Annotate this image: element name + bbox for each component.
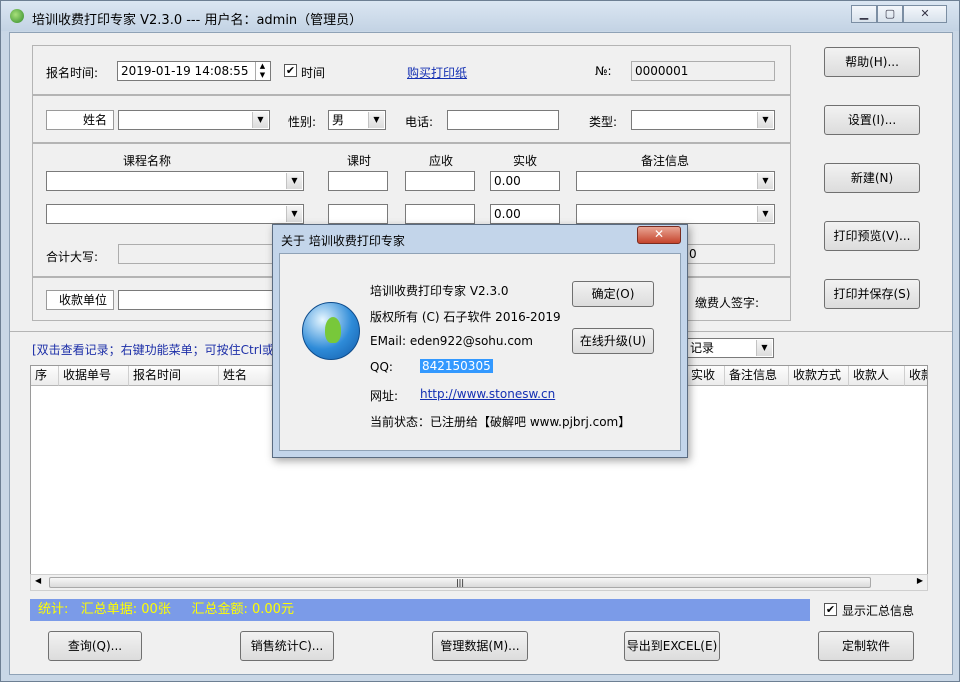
chevron-down-icon[interactable]: ▼ <box>757 112 773 128</box>
about-qq-value[interactable]: 842150305 <box>420 359 493 373</box>
paid-header: 实收 <box>513 154 538 168</box>
about-ok-button[interactable]: 确定(O) <box>572 281 654 307</box>
export-excel-button[interactable]: 导出到EXCEL(E) <box>624 631 720 661</box>
chevron-down-icon[interactable]: ▼ <box>252 112 268 128</box>
name-label-button[interactable]: 姓名 <box>46 110 114 130</box>
course-select-2[interactable]: ▼ <box>46 204 304 224</box>
student-group: 姓名 ▼ 性别: 男 ▼ 电话: 类型: ▼ <box>32 95 791 143</box>
customize-software-button[interactable]: 定制软件 <box>818 631 914 661</box>
col-header-paid[interactable]: 实收 <box>687 366 725 386</box>
about-email: EMail: eden922@sohu.com <box>370 334 533 348</box>
records-hint: [双击查看记录；右键功能菜单；可按住Ctrl或S <box>32 343 282 357</box>
col-header-more[interactable]: 收款 <box>905 366 927 386</box>
reg-info-group: 报名时间: 2019-01-19 14:08:55 ▲ ▼ ✔ 时间 购买打印纸 … <box>32 45 791 95</box>
col-header-payee[interactable]: 收款人 <box>849 366 905 386</box>
online-upgrade-button[interactable]: 在线升级(U) <box>572 328 654 354</box>
paid-input-2[interactable]: 0.00 <box>490 204 560 224</box>
help-button[interactable]: 帮助(H)... <box>824 47 920 77</box>
time-checkbox[interactable]: ✔ <box>284 64 297 77</box>
col-header-pay-method[interactable]: 收款方式 <box>789 366 849 386</box>
col-header-name[interactable]: 姓名 <box>219 366 279 386</box>
col-header-seq[interactable]: 序 <box>31 366 59 386</box>
time-spinner[interactable]: ▲ ▼ <box>255 62 269 80</box>
chevron-down-icon[interactable]: ▼ <box>286 206 302 222</box>
no-field: 0000001 <box>631 61 775 81</box>
course-select-1[interactable]: ▼ <box>46 171 304 191</box>
payee-unit-label-button[interactable]: 收款单位 <box>46 290 114 310</box>
chevron-down-icon[interactable]: ▼ <box>757 206 773 222</box>
hours-input-2[interactable] <box>328 204 388 224</box>
about-state: 当前状态：已注册给【破解吧 www.pjbrj.com】 <box>370 415 631 429</box>
buy-paper-link[interactable]: 购买打印纸 <box>407 64 467 81</box>
total-caps-label: 合计大写: <box>46 250 99 264</box>
scroll-left-icon[interactable]: ◀ <box>35 576 41 585</box>
total-amount-field: 0 <box>685 244 775 264</box>
payee-unit-input[interactable] <box>118 290 278 310</box>
note-select-1[interactable]: ▼ <box>576 171 775 191</box>
print-save-button[interactable]: 打印并保存(S) <box>824 279 920 309</box>
chevron-down-icon[interactable]: ▼ <box>368 112 384 128</box>
hours-input-1[interactable] <box>328 171 388 191</box>
records-filter-select[interactable]: 记录 ▼ <box>686 338 774 358</box>
total-caps-field <box>118 244 278 264</box>
sales-stats-button[interactable]: 销售统计C)... <box>240 631 334 661</box>
show-summary-checkbox[interactable]: ✔ <box>824 603 837 616</box>
leaf-icon <box>325 317 341 343</box>
payer-sign-label: 缴费人签字: <box>695 296 760 310</box>
new-button[interactable]: 新建(N) <box>824 163 920 193</box>
scroll-thumb[interactable]: ||| <box>49 577 871 588</box>
chevron-down-icon[interactable]: ▼ <box>756 340 772 356</box>
time-check-label: 时间 <box>301 66 326 80</box>
due-header: 应收 <box>429 154 454 168</box>
name-combo[interactable]: ▼ <box>118 110 270 130</box>
col-header-note[interactable]: 备注信息 <box>725 366 789 386</box>
app-icon <box>10 9 24 23</box>
print-preview-button[interactable]: 打印预览(V)... <box>824 221 920 251</box>
scroll-right-icon[interactable]: ▶ <box>917 576 923 585</box>
settings-button[interactable]: 设置(I)... <box>824 105 920 135</box>
app-logo-icon <box>302 302 360 360</box>
maximize-icon[interactable]: ▢ <box>877 5 903 23</box>
close-icon[interactable]: ✕ <box>903 5 947 23</box>
about-site-link[interactable]: http://www.stonesw.cn <box>420 387 555 401</box>
reg-time-label: 报名时间: <box>46 66 99 80</box>
note-select-2[interactable]: ▼ <box>576 204 775 224</box>
chevron-down-icon[interactable]: ▼ <box>757 173 773 189</box>
type-label: 类型: <box>589 115 618 129</box>
hours-header: 课时 <box>347 154 372 168</box>
reg-time-input[interactable]: 2019-01-19 14:08:55 <box>117 61 271 81</box>
col-header-receipt-no[interactable]: 收据单号 <box>59 366 129 386</box>
horizontal-scrollbar[interactable]: ◀ ||| ▶ <box>30 574 928 591</box>
about-dialog-body: 培训收费打印专家 V2.3.0 版权所有 (C) 石子软件 2016-2019 … <box>279 253 681 451</box>
chevron-down-icon[interactable]: ▼ <box>286 173 302 189</box>
phone-input[interactable] <box>447 110 559 130</box>
about-dialog-title: 关于 培训收费打印专家 <box>281 234 405 248</box>
gender-value: 男 <box>332 113 345 127</box>
records-filter-value: 记录 <box>690 341 715 355</box>
gender-select[interactable]: 男 ▼ <box>328 110 386 130</box>
summary-status-bar: 统计: 汇总单据: 00张 汇总金额: 0.00元 <box>30 599 810 621</box>
phone-label: 电话: <box>405 115 434 129</box>
paid-input-1[interactable]: 0.00 <box>490 171 560 191</box>
about-site-label: 网址: <box>370 389 399 403</box>
no-label: №: <box>595 64 612 78</box>
about-dialog: 关于 培训收费打印专家 ✕ 培训收费打印专家 V2.3.0 版权所有 (C) 石… <box>272 224 688 458</box>
show-summary-label: 显示汇总信息 <box>842 604 915 618</box>
course-name-header: 课程名称 <box>123 154 172 168</box>
type-select[interactable]: ▼ <box>631 110 775 130</box>
about-copyright: 版权所有 (C) 石子软件 2016-2019 <box>370 310 561 324</box>
query-button[interactable]: 查询(Q)... <box>48 631 142 661</box>
minimize-icon[interactable]: ▁ <box>851 5 877 23</box>
window-title: 培训收费打印专家 V2.3.0 --- 用户名：admin（管理员） <box>32 13 363 28</box>
col-header-reg-time[interactable]: 报名时间 <box>129 366 219 386</box>
due-input-2[interactable] <box>405 204 475 224</box>
about-close-icon[interactable]: ✕ <box>637 226 681 244</box>
title-bar: 培训收费打印专家 V2.3.0 --- 用户名：admin（管理员） ▁ ▢ ✕ <box>1 1 959 31</box>
gender-label: 性别: <box>288 115 317 129</box>
note-header: 备注信息 <box>641 154 690 168</box>
due-input-1[interactable] <box>405 171 475 191</box>
about-qq-label: QQ: <box>370 360 393 374</box>
manage-data-button[interactable]: 管理数据(M)... <box>432 631 528 661</box>
about-product: 培训收费打印专家 V2.3.0 <box>370 284 509 298</box>
